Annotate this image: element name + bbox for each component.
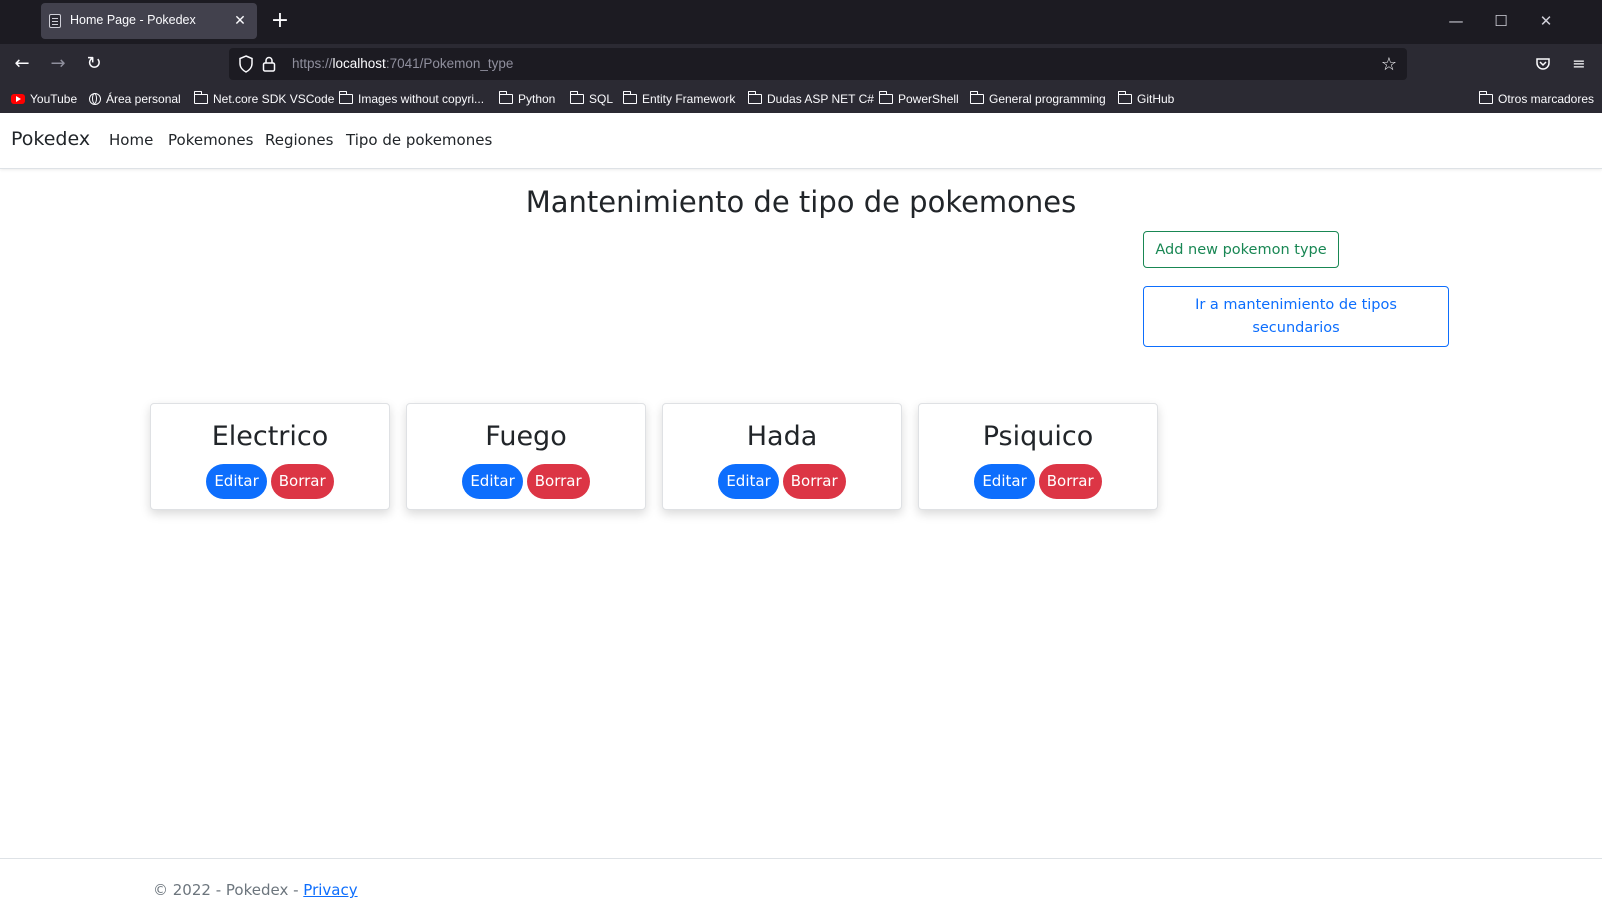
youtube-icon xyxy=(11,94,25,104)
site-footer: © 2022 - Pokedex - Privacy xyxy=(0,858,1602,920)
web-page: Pokedex Home Pokemones Regiones Tipo de … xyxy=(0,113,1602,919)
footer-text: © 2022 - Pokedex - Privacy xyxy=(153,881,358,899)
card-actions: Editar Borrar xyxy=(407,464,645,499)
url-path: :7041/Pokemon_type xyxy=(385,56,514,71)
edit-button[interactable]: Editar xyxy=(206,464,267,499)
folder-icon xyxy=(969,91,984,104)
close-tab-icon[interactable]: ✕ xyxy=(231,12,249,30)
type-name: Fuego xyxy=(485,421,567,452)
nav-link-tipo-pokemones[interactable]: Tipo de pokemones xyxy=(346,131,492,149)
edit-button[interactable]: Editar xyxy=(718,464,779,499)
nav-link-home[interactable]: Home xyxy=(109,131,153,149)
bookmark-entity-framework[interactable]: Entity Framework xyxy=(622,90,736,108)
type-name: Electrico xyxy=(211,421,329,452)
bookmark-python[interactable]: Python xyxy=(498,90,556,108)
type-name: Hada xyxy=(746,421,818,452)
globe-icon xyxy=(89,93,101,105)
back-arrow-icon[interactable]: ← xyxy=(9,52,35,76)
reload-icon[interactable]: ↻ xyxy=(81,52,107,76)
edit-button[interactable]: Editar xyxy=(462,464,523,499)
edit-button[interactable]: Editar xyxy=(974,464,1035,499)
card-actions: Editar Borrar xyxy=(663,464,901,499)
folder-icon xyxy=(622,91,637,104)
browser-tab-bar: Home Page - Pokedex ✕ + — ☐ ✕ xyxy=(0,0,1602,44)
type-card: Hada Editar Borrar xyxy=(662,403,902,510)
bookmark-dudas-asp[interactable]: Dudas ASP NET C# xyxy=(747,90,874,108)
url-text[interactable]: https://localhost:7041/Pokemon_type xyxy=(292,56,513,71)
lock-icon[interactable] xyxy=(261,55,277,73)
bookmark-label: Images without copyri... xyxy=(358,92,485,106)
add-pokemon-type-button[interactable]: Add new pokemon type xyxy=(1143,231,1339,268)
bookmark-label: SQL xyxy=(589,92,614,106)
type-card: Psiquico Editar Borrar xyxy=(918,403,1158,510)
navbar-brand[interactable]: Pokedex xyxy=(11,128,90,150)
folder-icon xyxy=(878,91,893,104)
copyright-text: © 2022 - Pokedex - xyxy=(153,881,304,899)
bookmark-sql[interactable]: SQL xyxy=(569,90,614,108)
folder-icon xyxy=(193,91,208,104)
bookmark-label: Otros marcadores xyxy=(1498,92,1595,106)
bookmark-label: Entity Framework xyxy=(642,92,736,106)
type-name: Psiquico xyxy=(982,421,1094,452)
delete-button[interactable]: Borrar xyxy=(1038,464,1102,499)
bookmark-netcore[interactable]: Net.core SDK VSCode xyxy=(193,90,335,108)
url-host: localhost xyxy=(332,56,386,71)
bookmark-star-icon[interactable]: ☆ xyxy=(1381,54,1397,75)
folder-icon xyxy=(1478,91,1493,104)
shield-icon[interactable] xyxy=(238,55,254,73)
bookmark-label: Área personal xyxy=(106,92,181,106)
delete-button[interactable]: Borrar xyxy=(526,464,590,499)
folder-icon xyxy=(569,91,584,104)
close-window-icon[interactable]: ✕ xyxy=(1534,10,1558,34)
bookmark-github[interactable]: GitHub xyxy=(1117,90,1175,108)
type-card: Fuego Editar Borrar xyxy=(406,403,646,510)
bookmark-label: YouTube xyxy=(30,92,78,106)
privacy-link[interactable]: Privacy xyxy=(303,881,357,899)
folder-icon xyxy=(1117,91,1132,104)
site-navbar: Pokedex Home Pokemones Regiones Tipo de … xyxy=(0,113,1602,169)
tab-title: Home Page - Pokedex xyxy=(70,13,196,27)
pocket-icon[interactable] xyxy=(1532,53,1554,75)
delete-button[interactable]: Borrar xyxy=(782,464,846,499)
delete-button[interactable]: Borrar xyxy=(270,464,334,499)
page-favicon-icon xyxy=(49,14,61,28)
folder-icon xyxy=(338,91,353,104)
bookmark-other[interactable]: Otros marcadores xyxy=(1478,90,1595,108)
bookmark-label: Dudas ASP NET C# xyxy=(767,92,874,106)
folder-icon xyxy=(498,91,513,104)
browser-toolbar: ← → ↻ https://localhost:7041/Pokemon_typ… xyxy=(0,44,1602,84)
card-actions: Editar Borrar xyxy=(919,464,1157,499)
type-card: Electrico Editar Borrar xyxy=(150,403,390,510)
forward-arrow-icon[interactable]: → xyxy=(45,52,71,76)
page-title: Mantenimiento de tipo de pokemones xyxy=(525,185,1077,219)
new-tab-icon[interactable]: + xyxy=(268,10,292,34)
bookmark-general-programming[interactable]: General programming xyxy=(969,90,1106,108)
bookmark-label: General programming xyxy=(989,92,1106,106)
maximize-icon[interactable]: ☐ xyxy=(1489,10,1513,34)
folder-icon xyxy=(747,91,762,104)
bookmarks-bar: YouTube Área personal Net.core SDK VSCod… xyxy=(0,84,1602,114)
secondary-types-button[interactable]: Ir a mantenimiento de tipos secundarios xyxy=(1143,286,1449,347)
card-actions: Editar Borrar xyxy=(151,464,389,499)
bookmark-area-personal[interactable]: Área personal xyxy=(89,90,181,108)
bookmark-youtube[interactable]: YouTube xyxy=(11,90,77,108)
nav-link-regiones[interactable]: Regiones xyxy=(265,131,333,149)
browser-tab[interactable]: Home Page - Pokedex ✕ xyxy=(41,3,257,39)
bookmark-label: Python xyxy=(518,92,556,106)
bookmark-label: Net.core SDK VSCode xyxy=(213,92,335,106)
url-scheme: https:// xyxy=(292,56,333,71)
bookmark-images[interactable]: Images without copyri... xyxy=(338,90,485,108)
bookmark-label: GitHub xyxy=(1137,92,1175,106)
minimize-icon[interactable]: — xyxy=(1444,10,1468,34)
bookmark-label: PowerShell xyxy=(898,92,959,106)
nav-link-pokemones[interactable]: Pokemones xyxy=(168,131,253,149)
bookmark-powershell[interactable]: PowerShell xyxy=(878,90,959,108)
menu-icon[interactable]: ≡ xyxy=(1568,53,1590,75)
address-bar[interactable]: https://localhost:7041/Pokemon_type ☆ xyxy=(229,48,1407,80)
